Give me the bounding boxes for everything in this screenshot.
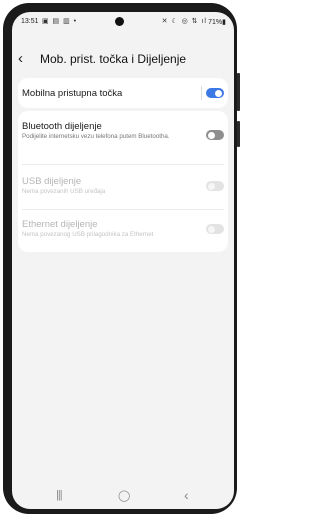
ethernet-toggle[interactable]: [206, 224, 224, 234]
notification-icons: ▣ ▤ ▥ •: [42, 18, 78, 25]
navigation-bar: ||| ◯ ‹: [12, 485, 234, 509]
setting-row-hotspot[interactable]: Mobilna pristupna točka: [18, 78, 228, 108]
app-header: ‹ Mob. prist. točka i Dijeljenje: [12, 48, 234, 72]
divider: [22, 209, 224, 210]
setting-subtitle: Nema povezanih USB uređaja: [22, 188, 106, 195]
power-button: [237, 121, 240, 147]
bluetooth-toggle[interactable]: [206, 130, 224, 140]
back-nav-icon[interactable]: ‹: [184, 487, 189, 503]
toggle-knob: [208, 182, 215, 190]
status-time: 13:51: [21, 18, 39, 25]
toggle-knob: [208, 225, 215, 233]
setting-row-bluetooth[interactable]: Bluetooth dijeljenje Podijelite internet…: [18, 111, 228, 159]
setting-label: USB dijeljenje: [22, 176, 82, 187]
setting-label: Mobilna pristupna točka: [22, 88, 123, 99]
battery-indicator: 71%▮: [208, 19, 226, 26]
setting-row-ethernet[interactable]: Ethernet dijeljenje Nema povezanog USB p…: [18, 211, 228, 251]
recents-icon[interactable]: |||: [56, 489, 63, 501]
hotspot-toggle[interactable]: [206, 88, 224, 98]
front-camera: [115, 17, 124, 26]
setting-subtitle: Podijelite internetsku vezu telefona put…: [22, 133, 170, 140]
toggle-knob: [215, 89, 222, 97]
status-bar: 13:51 ▣ ▤ ▥ • ✕ ☾ ◎ ⇅ ıl 71%▮: [12, 12, 234, 30]
toggle-knob: [208, 131, 215, 139]
back-arrow-icon[interactable]: ‹: [18, 50, 23, 67]
setting-row-usb[interactable]: USB dijeljenje Nema povezanih USB uređaj…: [18, 166, 228, 206]
system-status-icons: ✕ ☾ ◎ ⇅ ıl: [161, 18, 207, 25]
setting-label: Ethernet dijeljenje: [22, 219, 98, 230]
volume-button: [237, 73, 240, 111]
tethering-card: Bluetooth dijeljenje Podijelite internet…: [18, 111, 228, 252]
hotspot-card: Mobilna pristupna točka: [18, 78, 228, 108]
home-icon[interactable]: ◯: [118, 489, 130, 502]
divider: [22, 164, 224, 165]
phone-frame: 13:51 ▣ ▤ ▥ • ✕ ☾ ◎ ⇅ ıl 71%▮ ‹ Mob. pri…: [3, 3, 240, 514]
vertical-divider: [201, 86, 202, 100]
usb-toggle[interactable]: [206, 181, 224, 191]
screen: 13:51 ▣ ▤ ▥ • ✕ ☾ ◎ ⇅ ıl 71%▮ ‹ Mob. pri…: [12, 12, 234, 509]
setting-subtitle: Nema povezanog USB prilagodnika za Ether…: [22, 231, 154, 238]
page-title: Mob. prist. točka i Dijeljenje: [40, 52, 187, 66]
setting-label: Bluetooth dijeljenje: [22, 121, 102, 132]
